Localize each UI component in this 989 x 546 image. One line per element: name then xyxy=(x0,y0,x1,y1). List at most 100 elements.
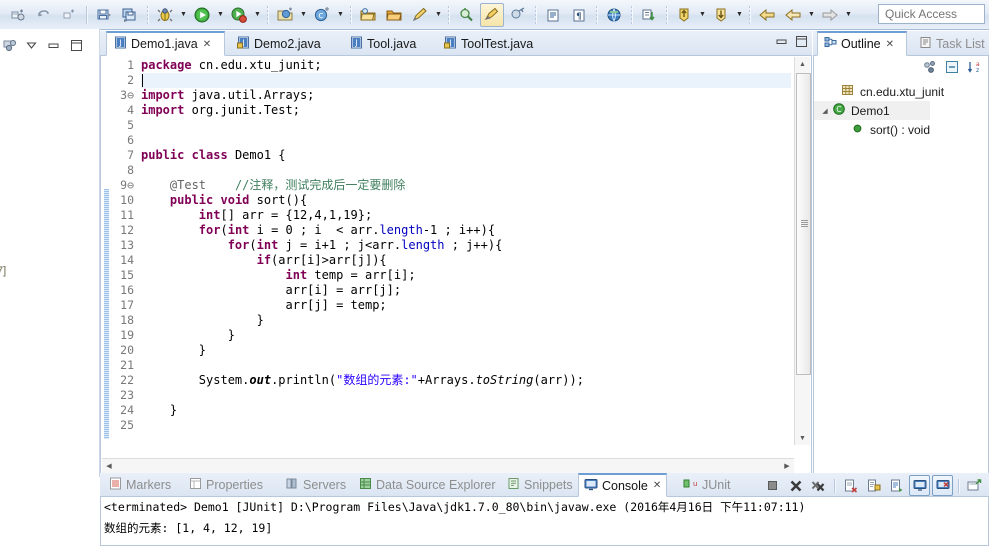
toolbar-separator xyxy=(666,5,667,24)
editor-tab-demo2[interactable]: J Demo2.java xyxy=(230,32,339,55)
toolbar-separator xyxy=(350,5,351,24)
tab-outline[interactable]: Outline ✕ xyxy=(817,31,907,56)
editor-horizontal-scrollbar[interactable]: ◀ ▶ xyxy=(102,458,794,473)
link-icon[interactable] xyxy=(506,3,530,27)
toolbar-group-web xyxy=(601,0,627,29)
clear-console-icon[interactable] xyxy=(840,475,861,496)
editor-tab-tooltest[interactable]: J ToolTest.java xyxy=(437,32,553,55)
open-task-icon[interactable] xyxy=(382,3,406,27)
close-icon[interactable]: ✕ xyxy=(653,480,661,491)
debug-icon[interactable] xyxy=(153,3,177,27)
new-java-project-icon[interactable] xyxy=(273,3,297,27)
tab-console[interactable]: Console ✕ xyxy=(578,473,668,497)
chevron-down-icon[interactable] xyxy=(26,40,37,54)
forward-icon[interactable] xyxy=(818,3,842,27)
chevron-down-icon[interactable]: ▼ xyxy=(215,4,226,26)
maximize-icon[interactable] xyxy=(794,35,808,48)
scroll-down-icon[interactable]: ▼ xyxy=(795,431,810,445)
remove-launch-icon[interactable] xyxy=(785,475,806,496)
chevron-down-icon[interactable]: ▼ xyxy=(298,4,309,26)
terminate-icon[interactable] xyxy=(762,475,783,496)
task-list-tab-label: Task List xyxy=(936,36,985,51)
new-element-icon[interactable] xyxy=(5,3,29,27)
save-all-icon[interactable] xyxy=(118,3,142,27)
editor-vertical-scrollbar[interactable]: ▲ ▼ xyxy=(794,57,811,445)
tree-twisty-expanded[interactable]: ◢ xyxy=(820,107,830,115)
chevron-down-icon[interactable]: ▼ xyxy=(335,4,346,26)
redo-icon[interactable] xyxy=(57,3,81,27)
tab-junit[interactable]: u JUnit xyxy=(678,474,735,496)
search-icon[interactable] xyxy=(454,3,478,27)
next-marker-icon[interactable] xyxy=(709,3,733,27)
outline-node-class[interactable]: ◢ C Demo1 xyxy=(814,101,930,120)
scroll-left-icon[interactable]: ◀ xyxy=(102,459,116,473)
undo-icon[interactable] xyxy=(31,3,55,27)
code-editor[interactable]: 1 2 3⊖ 4 5 6 7 8 9⊖ 10 11 12 13 14 15 16 17 18 19 20 21 22 23 2… xyxy=(100,56,812,475)
chevron-down-icon[interactable]: ▼ xyxy=(734,4,745,26)
tab-task-list[interactable]: Task List xyxy=(913,32,989,55)
chevron-down-icon[interactable]: ▼ xyxy=(252,4,263,26)
prev-marker-icon[interactable] xyxy=(672,3,696,27)
scroll-up-icon[interactable]: ▲ xyxy=(795,57,810,71)
outline-view: Outline ✕ Task List a z cn.edu.xtu_junit… xyxy=(813,31,989,475)
close-icon[interactable]: ✕ xyxy=(203,39,211,50)
new-class-icon[interactable]: C xyxy=(310,3,334,27)
editor-tab-bar: J Demo1.java ✕ J Demo2.java J Tool.java … xyxy=(100,31,812,56)
tab-servers[interactable]: Servers xyxy=(281,474,351,496)
collapse-all-icon[interactable] xyxy=(945,60,959,77)
outline-node-package[interactable]: cn.edu.xtu_junit xyxy=(814,82,989,101)
pin-console-icon[interactable] xyxy=(932,475,953,496)
chevron-down-icon[interactable]: ▼ xyxy=(843,4,854,26)
scroll-lock-icon[interactable] xyxy=(863,475,884,496)
line-number: 17 xyxy=(120,298,134,312)
tab-data-source-explorer[interactable]: Data Source Explorer xyxy=(354,474,501,496)
run-icon[interactable] xyxy=(190,3,214,27)
save-icon[interactable] xyxy=(92,3,116,27)
restore-icon[interactable] xyxy=(70,39,83,55)
highlight-icon[interactable] xyxy=(480,2,504,27)
show-console-icon[interactable] xyxy=(909,475,930,496)
code-line: import org.junit.Test; xyxy=(141,103,300,117)
chevron-down-icon[interactable]: ▼ xyxy=(433,4,444,26)
quick-access-input[interactable] xyxy=(878,4,985,24)
close-icon[interactable]: ✕ xyxy=(886,39,894,50)
minimize-icon[interactable] xyxy=(774,35,788,48)
console-output[interactable]: <terminated> Demo1 [JUnit] D:\Program Fi… xyxy=(100,497,989,546)
chevron-down-icon[interactable]: ▼ xyxy=(806,4,817,26)
editor-tab-demo1[interactable]: J Demo1.java ✕ xyxy=(106,31,225,56)
pencil-icon[interactable] xyxy=(408,3,432,27)
back-icon[interactable] xyxy=(755,3,779,27)
code-line: } xyxy=(141,328,235,342)
package-icon xyxy=(841,83,855,100)
show-whitespace-icon[interactable] xyxy=(541,3,565,27)
outline-node-method[interactable]: sort() : void xyxy=(814,120,989,139)
open-type-icon[interactable] xyxy=(356,3,380,27)
chevron-down-icon[interactable]: ▼ xyxy=(697,4,708,26)
remove-all-terminated-icon[interactable] xyxy=(808,475,829,496)
source-code[interactable]: package cn.edu.xtu_junit; import java.ut… xyxy=(141,58,791,446)
main-toolbar: ▼ ▼ ▼ ▼ C ▼ ▼ ¶ ▼ ▼ ▼ ▼ Quick Access xyxy=(0,0,989,30)
coverage-icon[interactable] xyxy=(227,3,251,27)
open-console-icon[interactable] xyxy=(964,475,985,496)
scrollbar-thumb[interactable] xyxy=(796,73,811,375)
editor-tab-tool[interactable]: J Tool.java xyxy=(343,32,431,55)
tab-properties[interactable]: Properties xyxy=(184,474,268,496)
pilcrow-icon[interactable]: ¶ xyxy=(567,3,591,27)
code-line: int temp = arr[i]; xyxy=(285,268,416,282)
line-number: 8 xyxy=(127,163,134,177)
back-history-icon[interactable] xyxy=(781,3,805,27)
scroll-right-icon[interactable]: ▶ xyxy=(780,459,794,473)
package-explorer-icon[interactable] xyxy=(2,37,18,56)
java-file-locked-icon: J xyxy=(444,36,457,52)
word-wrap-icon[interactable] xyxy=(886,475,907,496)
next-annotation-icon[interactable] xyxy=(637,3,661,27)
chevron-down-icon[interactable]: ▼ xyxy=(178,4,189,26)
outline-tree[interactable]: cn.edu.xtu_junit ◢ C Demo1 sort(): void xyxy=(814,82,989,139)
minimize-icon[interactable] xyxy=(47,40,60,54)
tab-snippets[interactable]: Snippets xyxy=(502,474,578,496)
tab-markers[interactable]: Markers xyxy=(104,474,176,496)
code-line: public void sort(){ xyxy=(169,193,308,207)
globe-icon[interactable] xyxy=(602,3,626,27)
sort-members-icon[interactable] xyxy=(923,60,937,77)
editor-tab-label: Demo2.java xyxy=(254,36,321,51)
